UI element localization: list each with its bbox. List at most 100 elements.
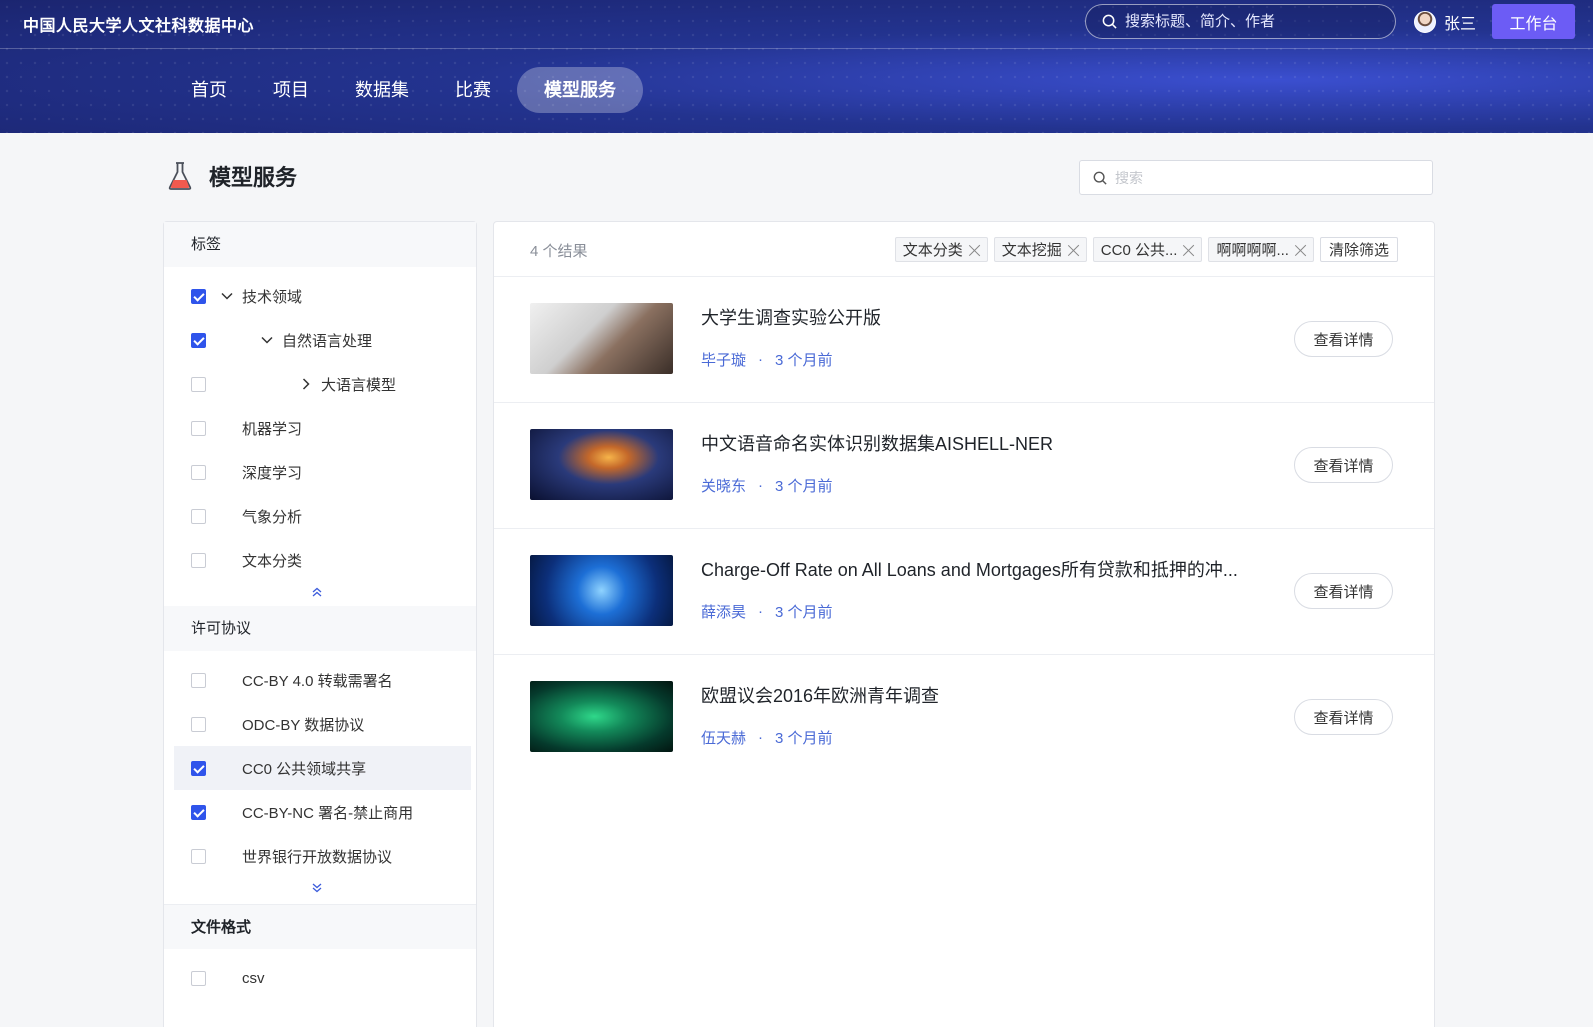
tags-section-title: 标签 xyxy=(164,222,476,267)
view-details-button[interactable]: 查看详情 xyxy=(1294,321,1393,357)
global-search[interactable] xyxy=(1085,4,1396,39)
result-meta: 毕子璇 · 3 个月前 xyxy=(701,349,833,370)
search-icon xyxy=(1093,171,1107,185)
result-meta: 伍天赫 · 3 个月前 xyxy=(701,727,833,748)
result-time: 3 个月前 xyxy=(775,604,833,621)
checkbox[interactable] xyxy=(191,848,206,864)
checkbox[interactable] xyxy=(191,420,206,436)
filter-chip-label: CC0 公共... xyxy=(1100,242,1178,259)
close-icon[interactable] xyxy=(1183,244,1195,256)
collapse-up-icon[interactable] xyxy=(310,586,324,598)
result-thumbnail[interactable] xyxy=(530,303,673,374)
license-odc-by[interactable]: ODC-BY 数据协议 xyxy=(164,702,476,746)
top-header: 中国人民大学人文社科数据中心 张三 工作台 首页 项目 数据集 比赛 模型服务 xyxy=(0,0,1593,133)
tag-label: 深度学习 xyxy=(242,464,303,482)
result-thumbnail[interactable] xyxy=(530,555,673,626)
checkbox[interactable] xyxy=(191,970,206,986)
license-world-bank[interactable]: 世界银行开放数据协议 xyxy=(164,834,476,878)
page-title: 模型服务 xyxy=(209,165,298,190)
result-thumbnail[interactable] xyxy=(530,681,673,752)
active-filters: 文本分类 文本挖掘 CC0 公共... 啊啊啊啊... 清除筛选 xyxy=(889,237,1398,262)
format-csv[interactable]: csv xyxy=(164,956,476,1000)
license-label: CC0 公共领域共享 xyxy=(242,760,367,778)
tag-text-classification[interactable]: 文本分类 xyxy=(164,538,476,582)
result-title[interactable]: Charge-Off Rate on All Loans and Mortgag… xyxy=(701,556,1238,582)
result-item: Charge-Off Rate on All Loans and Mortgag… xyxy=(494,529,1434,655)
filter-chip-label: 文本挖掘 xyxy=(1001,242,1062,259)
tag-llm[interactable]: 大语言模型 xyxy=(164,362,476,406)
workbench-button[interactable]: 工作台 xyxy=(1492,4,1575,39)
result-thumbnail[interactable] xyxy=(530,429,673,500)
license-cc-by-nc[interactable]: CC-BY-NC 署名-禁止商用 xyxy=(164,790,476,834)
result-title[interactable]: 中文语音命名实体识别数据集AISHELL-NER xyxy=(701,430,1053,456)
close-icon[interactable] xyxy=(1068,244,1080,256)
checkbox[interactable] xyxy=(191,552,206,568)
result-author[interactable]: 薛添昊 xyxy=(701,601,746,622)
checkbox[interactable] xyxy=(191,760,206,776)
close-icon[interactable] xyxy=(1295,244,1307,256)
expand-down-icon[interactable] xyxy=(310,882,324,894)
close-icon[interactable] xyxy=(969,244,981,256)
tag-machine-learning[interactable]: 机器学习 xyxy=(164,406,476,450)
tag-label: 自然语言处理 xyxy=(282,332,373,350)
filter-chip[interactable]: 文本分类 xyxy=(894,237,988,262)
tag-deep-learning[interactable]: 深度学习 xyxy=(164,450,476,494)
tag-nlp[interactable]: 自然语言处理 xyxy=(164,318,476,362)
checkbox[interactable] xyxy=(191,288,206,304)
tag-tech-domain[interactable]: 技术领域 xyxy=(164,274,476,318)
meta-separator: · xyxy=(758,477,764,494)
page-search[interactable] xyxy=(1079,160,1433,195)
filter-sidebar: 标签 技术领域 自然语言处理 大语言模型 机器学习 深度学习 气象分析 文本分类… xyxy=(163,221,477,1027)
result-title[interactable]: 大学生调查实验公开版 xyxy=(701,304,881,330)
filter-chip[interactable]: 文本挖掘 xyxy=(993,237,1087,262)
nav-home[interactable]: 首页 xyxy=(171,67,247,113)
chevron-right-icon[interactable] xyxy=(299,377,313,391)
result-author[interactable]: 关晓东 xyxy=(701,475,746,496)
global-search-input[interactable] xyxy=(1125,13,1365,30)
view-details-button[interactable]: 查看详情 xyxy=(1294,447,1393,483)
header-divider xyxy=(0,48,1593,49)
clear-filters-button[interactable]: 清除筛选 xyxy=(1319,237,1398,262)
result-count: 4 个结果 xyxy=(530,243,588,260)
user-menu[interactable]: 张三 xyxy=(1414,10,1476,34)
format-label: csv xyxy=(242,969,265,987)
checkbox[interactable] xyxy=(191,464,206,480)
result-author[interactable]: 伍天赫 xyxy=(701,727,746,748)
checkbox[interactable] xyxy=(191,804,206,820)
tag-weather-analysis[interactable]: 气象分析 xyxy=(164,494,476,538)
nav-competitions[interactable]: 比赛 xyxy=(435,67,511,113)
result-time: 3 个月前 xyxy=(775,730,833,747)
nav-model-services[interactable]: 模型服务 xyxy=(517,67,643,113)
license-cc-by[interactable]: CC-BY 4.0 转载需署名 xyxy=(164,658,476,702)
tag-label: 机器学习 xyxy=(242,420,303,438)
checkbox[interactable] xyxy=(191,508,206,524)
result-author[interactable]: 毕子璇 xyxy=(701,349,746,370)
filter-chip[interactable]: 啊啊啊啊... xyxy=(1208,237,1314,262)
result-meta: 薛添昊 · 3 个月前 xyxy=(701,601,833,622)
checkbox[interactable] xyxy=(191,716,206,732)
chevron-down-icon[interactable] xyxy=(220,289,234,303)
license-label: 世界银行开放数据协议 xyxy=(242,848,393,866)
nav-datasets[interactable]: 数据集 xyxy=(335,67,429,113)
checkbox[interactable] xyxy=(191,672,206,688)
checkbox[interactable] xyxy=(191,332,206,348)
filter-chip[interactable]: CC0 公共... xyxy=(1092,237,1203,262)
page-search-input[interactable] xyxy=(1115,169,1415,186)
filter-chip-label: 啊啊啊啊... xyxy=(1216,242,1289,259)
meta-separator: · xyxy=(758,603,764,620)
result-time: 3 个月前 xyxy=(775,478,833,495)
results-header: 4 个结果 文本分类 文本挖掘 CC0 公共... 啊啊啊啊... 清除筛选 xyxy=(494,222,1434,277)
result-title[interactable]: 欧盟议会2016年欧洲青年调查 xyxy=(701,682,939,708)
tag-label: 技术领域 xyxy=(242,288,303,306)
license-cc0[interactable]: CC0 公共领域共享 xyxy=(174,746,471,790)
tag-label: 气象分析 xyxy=(242,508,303,526)
search-icon xyxy=(1102,14,1117,29)
view-details-button[interactable]: 查看详情 xyxy=(1294,699,1393,735)
user-name[interactable]: 张三 xyxy=(1444,10,1476,34)
view-details-button[interactable]: 查看详情 xyxy=(1294,573,1393,609)
brand-title[interactable]: 中国人民大学人文社科数据中心 xyxy=(23,12,254,36)
nav-projects[interactable]: 项目 xyxy=(253,67,329,113)
checkbox[interactable] xyxy=(191,376,206,392)
chevron-down-icon[interactable] xyxy=(260,333,274,347)
avatar[interactable] xyxy=(1414,11,1436,33)
